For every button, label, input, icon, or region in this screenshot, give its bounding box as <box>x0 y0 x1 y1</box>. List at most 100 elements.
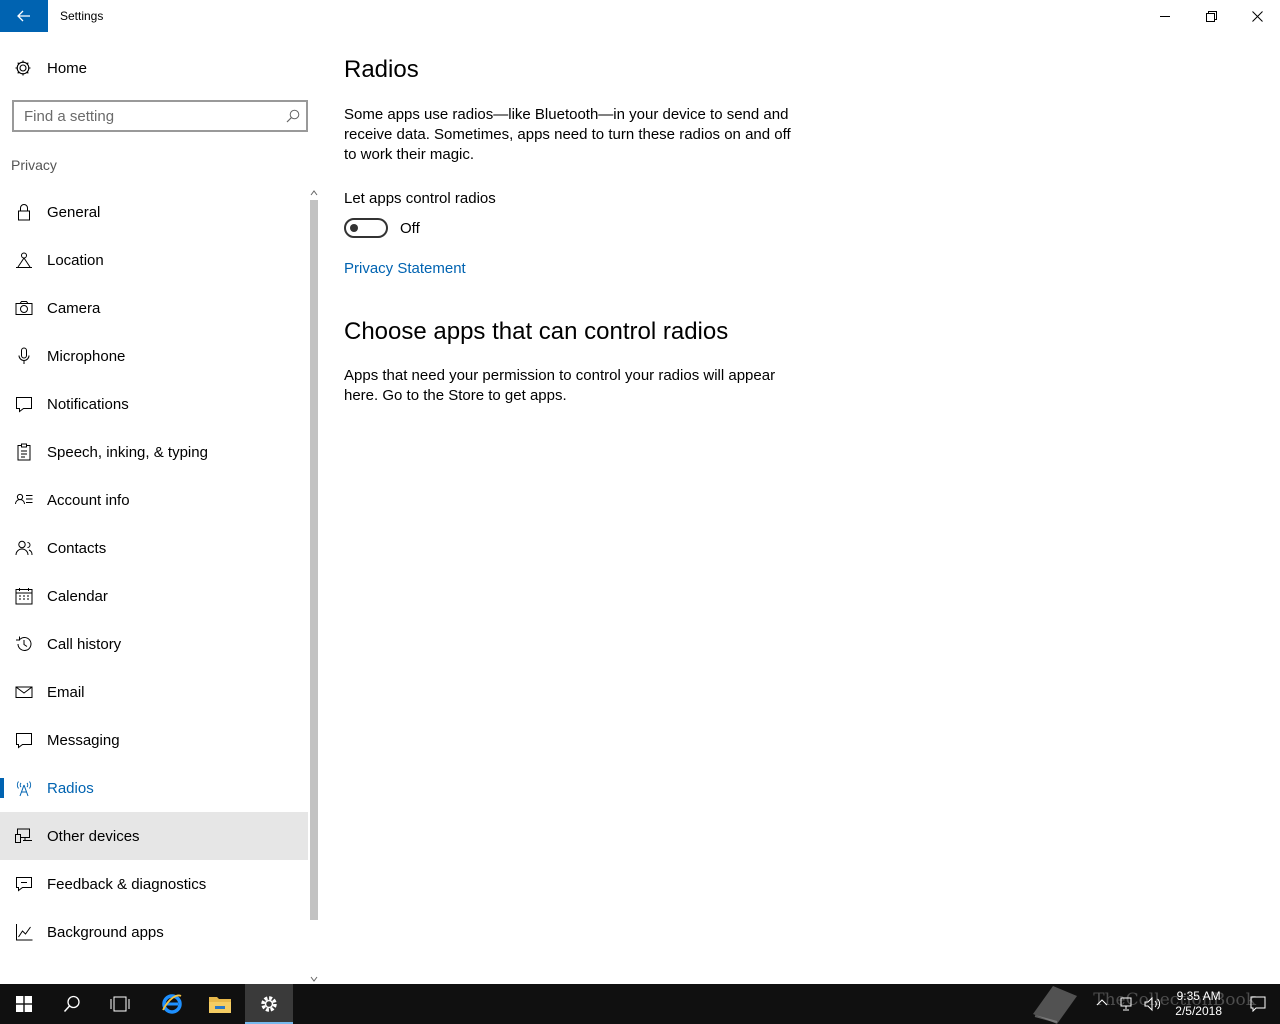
sidebar-item-radios[interactable]: Radios <box>0 764 308 812</box>
settings-taskbar-button[interactable] <box>245 984 293 1024</box>
sidebar-item-speech[interactable]: Speech, inking, & typing <box>0 428 308 476</box>
search-icon[interactable] <box>286 109 300 123</box>
page-description: Some apps use radios—like Bluetooth—in y… <box>344 106 791 163</box>
radio-tower-icon <box>16 781 32 797</box>
sidebar: Home Privacy General Location Camera Mic… <box>0 32 320 984</box>
sidebar-item-label: Contacts <box>47 540 107 557</box>
section-description: Apps that need your permission to contro… <box>344 367 776 404</box>
search-taskbar-button[interactable] <box>48 984 96 1024</box>
search-box[interactable] <box>12 100 308 132</box>
folder-icon <box>209 997 231 1013</box>
sidebar-item-label: Account info <box>47 492 130 509</box>
sidebar-item-notifications[interactable]: Notifications <box>0 380 308 428</box>
account-info-icon <box>15 493 33 505</box>
notifications-icon <box>16 397 32 413</box>
close-icon <box>1251 10 1263 22</box>
toggle-state: Off <box>400 220 420 237</box>
windows-logo-icon <box>16 996 32 1012</box>
camera-icon <box>15 301 33 315</box>
microphone-icon <box>18 347 30 364</box>
restore-icon <box>1205 10 1217 22</box>
clipboard-icon <box>17 443 31 461</box>
sidebar-item-label: General <box>47 204 101 221</box>
sidebar-item-email[interactable]: Email <box>0 668 308 716</box>
toggle-knob <box>350 224 358 232</box>
sidebar-item-account-info[interactable]: Account info <box>0 476 308 524</box>
system-tray: TheCollectionBook 9:35 AM 2/5/2018 <box>1000 984 1280 1024</box>
restore-button[interactable] <box>1188 0 1234 32</box>
minimize-button[interactable] <box>1142 0 1188 32</box>
sidebar-scrollbar[interactable] <box>308 188 320 984</box>
selection-indicator <box>0 778 4 798</box>
sidebar-item-label: Other devices <box>47 828 140 845</box>
start-button[interactable] <box>0 984 48 1024</box>
search-icon <box>63 995 80 1013</box>
gear-icon <box>261 996 277 1012</box>
internet-explorer-button[interactable] <box>148 984 196 1024</box>
contacts-icon <box>15 540 33 556</box>
home-label: Home <box>47 60 88 77</box>
sidebar-item-background-apps[interactable]: Background apps <box>0 908 308 956</box>
section-label-privacy: Privacy <box>11 157 57 173</box>
volume-icon[interactable] <box>1144 996 1162 1012</box>
sidebar-item-label: Microphone <box>47 348 126 365</box>
history-icon <box>16 636 32 651</box>
search-input[interactable] <box>24 107 274 125</box>
main-content: Radios Some apps use radios—like Bluetoo… <box>320 32 1280 984</box>
sidebar-item-call-history[interactable]: Call history <box>0 620 308 668</box>
location-icon <box>16 252 32 268</box>
sidebar-item-label: Messaging <box>47 732 120 749</box>
sidebar-item-microphone[interactable]: Microphone <box>0 332 308 380</box>
minimize-icon <box>1160 16 1170 17</box>
window-title: Settings <box>60 9 104 23</box>
sidebar-item-label: Speech, inking, & typing <box>47 444 208 461</box>
scroll-up-arrow-icon[interactable] <box>310 188 318 198</box>
chevron-up-icon[interactable] <box>1096 998 1108 1008</box>
sidebar-item-label: Email <box>47 684 85 701</box>
feedback-icon <box>16 877 32 892</box>
privacy-statement-link[interactable]: Privacy Statement <box>344 260 466 277</box>
sidebar-item-other-devices[interactable]: Other devices <box>0 812 308 860</box>
network-icon[interactable] <box>1120 996 1136 1012</box>
sidebar-item-camera[interactable]: Camera <box>0 284 308 332</box>
book-watermark-icon <box>1033 986 1077 1024</box>
sidebar-item-label: Location <box>47 252 104 269</box>
sidebar-home[interactable]: Home <box>0 46 308 90</box>
sidebar-item-contacts[interactable]: Contacts <box>0 524 308 572</box>
sidebar-item-label: Call history <box>47 636 122 653</box>
sidebar-item-calendar[interactable]: Calendar <box>0 572 308 620</box>
background-apps-icon <box>16 924 33 941</box>
clock[interactable]: 9:35 AM 2/5/2018 <box>1175 989 1222 1019</box>
task-view-icon <box>110 996 130 1012</box>
sidebar-item-location[interactable]: Location <box>0 236 308 284</box>
file-explorer-button[interactable] <box>196 984 244 1024</box>
scroll-down-arrow-icon[interactable] <box>310 974 318 984</box>
section-title: Choose apps that can control radios <box>344 318 729 345</box>
sidebar-item-general[interactable]: General <box>0 188 308 236</box>
sidebar-item-label: Notifications <box>47 396 129 413</box>
title-bar: Settings <box>0 0 1280 32</box>
clock-time: 9:35 AM <box>1176 989 1221 1003</box>
action-center-icon[interactable] <box>1250 996 1266 1012</box>
devices-icon <box>15 828 32 843</box>
sidebar-item-label: Radios <box>47 780 94 797</box>
messaging-icon <box>16 733 32 749</box>
sidebar-item-feedback[interactable]: Feedback & diagnostics <box>0 860 308 908</box>
clock-date: 2/5/2018 <box>1175 1004 1222 1018</box>
back-button[interactable] <box>0 0 48 32</box>
radios-toggle[interactable] <box>344 218 388 238</box>
sidebar-item-label: Feedback & diagnostics <box>47 876 207 893</box>
sidebar-item-label: Camera <box>47 300 101 317</box>
page-title: Radios <box>344 56 419 83</box>
sidebar-item-label: Background apps <box>47 924 164 941</box>
scroll-thumb[interactable] <box>310 200 318 920</box>
lock-icon <box>18 204 30 221</box>
email-icon <box>15 686 33 698</box>
internet-explorer-icon <box>162 994 182 1014</box>
sidebar-item-label: Calendar <box>47 588 108 605</box>
toggle-label: Let apps control radios <box>344 190 496 207</box>
sidebar-item-messaging[interactable]: Messaging <box>0 716 308 764</box>
close-button[interactable] <box>1234 0 1280 32</box>
calendar-icon <box>15 588 33 605</box>
task-view-button[interactable] <box>96 984 144 1024</box>
